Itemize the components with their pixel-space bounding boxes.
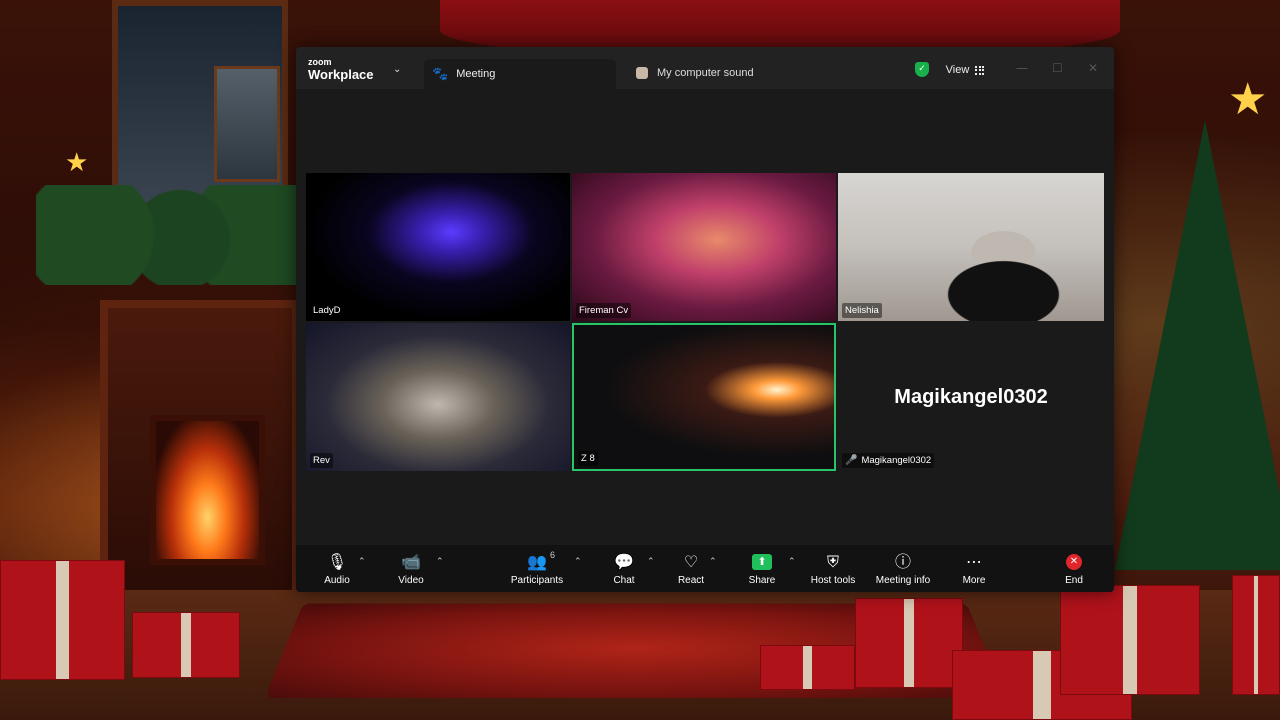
tab-meeting-label: Meeting xyxy=(456,68,496,80)
audio-options-chevron-icon[interactable]: ⌃ xyxy=(358,557,366,567)
participant-name: Rev xyxy=(310,453,333,468)
participants-options-chevron-icon[interactable]: ⌃ xyxy=(574,557,582,567)
background-christmas-tree xyxy=(1115,120,1280,570)
shield-icon: ⛨ xyxy=(826,552,839,571)
tab-meeting[interactable]: 🐾 Meeting xyxy=(424,59,616,89)
more-dots-icon: ⋯ xyxy=(966,552,982,571)
participant-name: LadyD xyxy=(310,303,344,318)
sound-source-icon xyxy=(636,67,648,79)
video-tile-active-speaker[interactable]: Z 8 xyxy=(572,323,836,471)
meeting-info-label: Meeting info xyxy=(875,575,931,586)
meeting-toolbar: 🎙 Audio ⌃ 📹 Video ⌃ 👥 6 Participants ⌃ 💬… xyxy=(296,545,1114,592)
video-label: Video xyxy=(398,575,424,586)
background-tree-star-icon: ★ xyxy=(1228,74,1268,125)
background-gift xyxy=(1232,575,1280,695)
chat-label: Chat xyxy=(613,575,635,586)
more-label: More xyxy=(962,575,986,586)
meeting-info-button[interactable]: ⓘ Meeting info xyxy=(868,552,938,586)
video-tile[interactable]: Nelishia xyxy=(838,173,1104,321)
participants-icon: 👥 xyxy=(527,552,547,571)
close-icon[interactable]: ✕ xyxy=(1088,61,1098,75)
video-tile[interactable]: Fireman Cv xyxy=(572,173,836,321)
info-icon: ⓘ xyxy=(894,552,911,571)
brand-name: Workplace xyxy=(308,67,374,82)
share-icon: ⬆ xyxy=(752,554,772,570)
share-options-chevron-icon[interactable]: ⌃ xyxy=(788,557,796,567)
share-label: Share xyxy=(748,575,776,586)
microphone-icon: 🎙 xyxy=(326,552,348,571)
minimize-icon[interactable]: — xyxy=(1016,61,1028,75)
background-gift xyxy=(1060,585,1200,695)
background-gift xyxy=(132,612,240,678)
chevron-down-icon[interactable]: ⌄ xyxy=(393,64,401,75)
participant-name: Nelishia xyxy=(842,303,882,318)
participant-name-tag: 🎤 Magikangel0302 xyxy=(842,453,935,468)
participant-name: Z 8 xyxy=(578,451,598,466)
background-window xyxy=(112,0,288,210)
participant-name: Fireman Cv xyxy=(576,303,632,318)
background-garland xyxy=(36,185,298,285)
participant-name: Magikangel0302 xyxy=(861,455,932,466)
participants-button[interactable]: 👥 6 Participants xyxy=(502,550,572,586)
react-label: React xyxy=(677,575,705,586)
more-button[interactable]: ⋯ More xyxy=(939,552,1009,586)
zoom-window: zoom Workplace ⌄ 🐾 Meeting My computer s… xyxy=(296,47,1114,592)
video-camera-icon: 📹 xyxy=(401,552,421,571)
app-logo[interactable]: zoom Workplace xyxy=(308,57,374,82)
participants-label: Participants xyxy=(510,575,564,586)
maximize-icon[interactable]: ☐ xyxy=(1052,61,1063,75)
background-gift xyxy=(760,645,855,690)
end-button[interactable]: ✕ End xyxy=(1039,552,1109,586)
background-gift xyxy=(0,560,125,680)
tab-my-computer-sound[interactable]: My computer sound xyxy=(636,61,754,85)
video-tile[interactable]: Rev xyxy=(306,323,570,471)
view-label: View xyxy=(945,64,970,76)
host-tools-button[interactable]: ⛨ Host tools xyxy=(798,552,868,586)
react-options-chevron-icon[interactable]: ⌃ xyxy=(709,557,717,567)
host-tools-label: Host tools xyxy=(810,575,856,586)
brand-small-text: zoom xyxy=(308,57,332,67)
background-fire xyxy=(150,415,265,565)
participants-count: 6 xyxy=(550,550,556,560)
view-button[interactable]: View xyxy=(937,60,993,80)
heart-icon: ♡ xyxy=(683,552,699,571)
background-star-icon: ★ xyxy=(65,148,89,178)
end-label: End xyxy=(1065,575,1083,586)
video-tile-camera-off[interactable]: Magikangel0302 🎤 Magikangel0302 xyxy=(838,323,1104,471)
paw-icon: 🐾 xyxy=(432,66,449,82)
mic-muted-icon: 🎤 xyxy=(845,455,858,466)
video-tile[interactable]: LadyD xyxy=(306,173,570,321)
share-button[interactable]: ⬆ Share xyxy=(727,552,797,586)
audio-label: Audio xyxy=(324,575,350,586)
chat-icon: 💬 xyxy=(614,552,634,571)
title-bar: zoom Workplace ⌄ 🐾 Meeting My computer s… xyxy=(296,47,1114,89)
background-gift xyxy=(855,598,963,688)
tab-sound-label: My computer sound xyxy=(657,67,754,79)
video-options-chevron-icon[interactable]: ⌃ xyxy=(436,557,444,567)
encryption-shield-icon[interactable]: ✓ xyxy=(915,62,929,77)
chat-options-chevron-icon[interactable]: ⌃ xyxy=(647,557,655,567)
grid-icon xyxy=(975,65,985,75)
end-call-icon: ✕ xyxy=(1066,554,1082,570)
participant-display-name: Magikangel0302 xyxy=(894,385,1048,408)
